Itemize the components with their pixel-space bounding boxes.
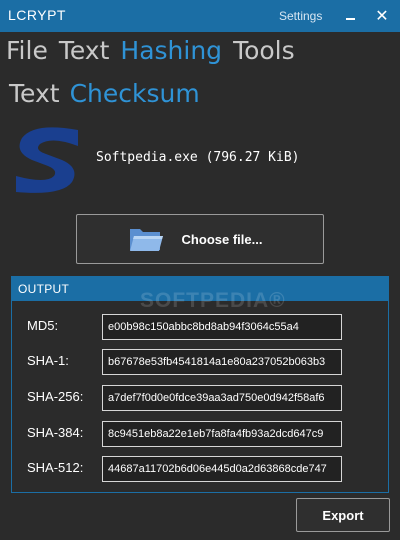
md5-label: MD5: xyxy=(27,318,59,333)
choose-file-button[interactable]: Choose file... xyxy=(76,214,324,264)
close-button[interactable]: ✕ xyxy=(371,4,393,28)
menu-item-hashing[interactable]: Hashing xyxy=(120,36,222,68)
output-panel: OUTPUT MD5: e00b98c150abbc8bd8ab94f3064c… xyxy=(11,276,389,493)
hash-row-sha384: SHA-384: 8c9451eb8a22e1eb7fa8fa4fb93a2dc… xyxy=(12,421,388,447)
sha512-label: SHA-512: xyxy=(27,460,84,475)
sha1-field[interactable]: b67678e53fb4541814a1e80a237052b063b3 xyxy=(102,349,342,375)
minimize-icon xyxy=(345,18,355,20)
close-icon: ✕ xyxy=(375,8,389,25)
softpedia-s-logo-icon xyxy=(16,127,78,193)
sha512-field[interactable]: 44687a11702b6d06e445d0a2d63868cde747 xyxy=(102,456,342,482)
menu-item-text[interactable]: Text xyxy=(59,36,110,68)
hash-row-sha256: SHA-256: a7def7f0d0e0fdce39aa3ad750e0d94… xyxy=(12,385,388,411)
sub-menu: Text Checksum xyxy=(9,79,210,111)
menu-item-file[interactable]: File xyxy=(6,36,48,68)
minimize-button[interactable] xyxy=(339,4,361,28)
choose-file-label: Choose file... xyxy=(181,231,263,247)
tab-text[interactable]: Text xyxy=(9,79,60,111)
menu-item-tools[interactable]: Tools xyxy=(233,36,295,68)
sha384-field[interactable]: 8c9451eb8a22e1eb7fa8fa4fb93a2dcd647c9 xyxy=(102,421,342,447)
output-header: OUTPUT xyxy=(12,277,388,301)
sha1-label: SHA-1: xyxy=(27,353,69,368)
sha384-label: SHA-384: xyxy=(27,425,84,440)
hash-row-sha512: SHA-512: 44687a11702b6d06e445d0a2d63868c… xyxy=(12,456,388,482)
hash-row-sha1: SHA-1: b67678e53fb4541814a1e80a237052b06… xyxy=(12,349,388,375)
sha256-field[interactable]: a7def7f0d0e0fdce39aa3ad750e0d942f58af6 xyxy=(102,385,342,411)
file-name-label: Softpedia.exe (796.27 KiB) xyxy=(96,150,300,165)
app-title: LCRYPT xyxy=(8,7,66,23)
hash-row-md5: MD5: e00b98c150abbc8bd8ab94f3064c55a4 xyxy=(12,314,388,340)
main-menu: File Text Hashing Tools xyxy=(6,36,306,68)
md5-field[interactable]: e00b98c150abbc8bd8ab94f3064c55a4 xyxy=(102,314,342,340)
title-bar: LCRYPT Settings ✕ xyxy=(0,0,400,32)
sha256-label: SHA-256: xyxy=(27,389,84,404)
export-button[interactable]: Export xyxy=(296,498,390,532)
folder-icon xyxy=(129,229,163,251)
tab-checksum[interactable]: Checksum xyxy=(70,79,200,111)
settings-link[interactable]: Settings xyxy=(279,9,322,23)
